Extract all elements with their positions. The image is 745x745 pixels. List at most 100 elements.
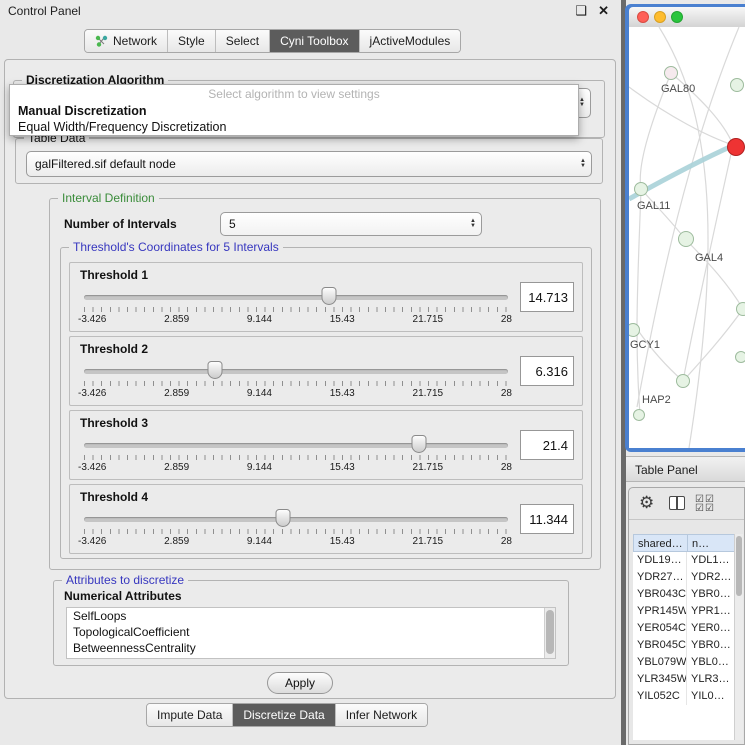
cell-name: YIL0…: [687, 688, 736, 705]
attribute-list-item[interactable]: TopologicalCoefficient: [67, 624, 555, 640]
threshold-value-field[interactable]: 14.713: [520, 282, 574, 312]
tab[interactable]: Discretize Data: [232, 704, 334, 726]
threshold-value-field[interactable]: 21.4: [520, 430, 574, 460]
network-node[interactable]: [633, 409, 645, 421]
scale-label: 28: [501, 314, 512, 325]
bottom-tab-bar: Impute Data Discretize Data Infer Networ…: [146, 703, 428, 727]
network-node-label: HAP2: [642, 394, 671, 406]
network-node[interactable]: [730, 78, 744, 92]
network-node[interactable]: [664, 66, 678, 80]
cell-name: YLR3…: [687, 671, 736, 688]
tab[interactable]: Cyni Toolbox: [269, 30, 358, 52]
network-canvas[interactable]: GAL80GAL11GAL4GCY1HAP2: [629, 27, 745, 448]
tab[interactable]: Select: [215, 30, 269, 52]
scale-label: 21.715: [413, 388, 444, 399]
attributes-list-scrollbar[interactable]: [544, 608, 555, 658]
network-node-label: GAL80: [661, 83, 695, 95]
attribute-list-item[interactable]: BetweennessCentrality: [67, 640, 555, 656]
table-toolbar: ⚙ ☑☑☑☑: [629, 488, 744, 520]
table-row[interactable]: YDL19… YDL1…: [633, 552, 736, 569]
attribute-list-item[interactable]: SelfLoops: [67, 608, 555, 624]
scale-label: 15.43: [330, 314, 355, 325]
combo-arrows-icon: ▲▼: [580, 159, 586, 169]
interval-definition-group: Interval Definition Number of Intervals …: [49, 198, 601, 570]
cell-shared-name: YER054C: [633, 620, 687, 637]
tab[interactable]: jActiveModules: [359, 30, 461, 52]
threshold-slider[interactable]: -3.4262.8599.14415.4321.71528: [84, 435, 508, 477]
scale-label: 2.859: [164, 536, 189, 547]
numerical-attributes-list[interactable]: SelfLoopsTopologicalCoefficientBetweenne…: [66, 607, 556, 659]
node-table[interactable]: shared… n… YDL19… YDL1… YDR27… YDR2… YBR…: [633, 534, 736, 740]
network-node[interactable]: [678, 231, 694, 247]
scale-label: -3.426: [78, 462, 106, 473]
number-of-intervals-select[interactable]: 5 ▲▼: [220, 212, 482, 236]
tab[interactable]: Style: [167, 30, 215, 52]
slider-thumb[interactable]: [411, 435, 426, 453]
control-panel-titlebar: Control Panel ❑ ✕: [0, 0, 621, 24]
slider-thumb[interactable]: [321, 287, 336, 305]
gear-icon[interactable]: ⚙: [639, 493, 654, 513]
slider-thumb[interactable]: [208, 361, 223, 379]
slider-track[interactable]: [84, 295, 508, 300]
table-data-select[interactable]: galFiltered.sif default node ▲▼: [26, 151, 592, 177]
tab[interactable]: Impute Data: [147, 704, 232, 726]
zoom-traffic-light[interactable]: [671, 11, 683, 23]
table-row[interactable]: YPR145W YPR1…: [633, 603, 736, 620]
table-row[interactable]: YBR043C YBR0…: [633, 586, 736, 603]
slider-ticks: [84, 307, 508, 312]
threshold-label: Threshold 4: [80, 490, 148, 504]
threshold-label: Threshold 1: [80, 268, 148, 282]
slider-thumb[interactable]: [276, 509, 291, 527]
tab[interactable]: Network: [85, 30, 167, 52]
cell-name: YER0…: [687, 620, 736, 637]
network-view-window: GAL80GAL11GAL4GCY1HAP2: [625, 4, 745, 452]
cell-shared-name: YDL19…: [633, 552, 687, 569]
scrollbar-thumb[interactable]: [736, 536, 742, 596]
threshold-slider[interactable]: -3.4262.8599.14415.4321.71528: [84, 287, 508, 329]
slider-track[interactable]: [84, 443, 508, 448]
network-node[interactable]: [634, 182, 648, 196]
scale-label: 28: [501, 536, 512, 547]
minimize-traffic-light[interactable]: [654, 11, 666, 23]
control-panel: Control Panel ❑ ✕ Network Style Select C…: [0, 0, 621, 745]
select-columns-checkboxes-icon[interactable]: ☑☑☑☑: [695, 495, 715, 513]
scale-label: 28: [501, 388, 512, 399]
table-panel-titlebar: Table Panel: [626, 456, 745, 482]
threshold-value-field[interactable]: 6.316: [520, 356, 574, 386]
column-header[interactable]: n…: [687, 534, 736, 552]
slider-track[interactable]: [84, 369, 508, 374]
scale-label: 15.43: [330, 462, 355, 473]
threshold-slider[interactable]: -3.4262.8599.14415.4321.71528: [84, 361, 508, 403]
column-header[interactable]: shared…: [633, 534, 687, 552]
panel-title: Control Panel: [8, 4, 81, 18]
close-icon[interactable]: ✕: [598, 3, 609, 19]
table-row[interactable]: YBL079W YBL0…: [633, 654, 736, 671]
slider-track[interactable]: [84, 517, 508, 522]
threshold-slider[interactable]: -3.4262.8599.14415.4321.71528: [84, 509, 508, 551]
top-tab-bar: Network Style Select Cyni Toolbox jActiv…: [84, 29, 461, 53]
dropdown-option[interactable]: Equal Width/Frequency Discretization: [10, 119, 578, 135]
table-body: YDL19… YDL1… YDR27… YDR2… YBR043C YBR0… …: [633, 552, 736, 705]
scrollbar-thumb[interactable]: [546, 610, 554, 654]
close-traffic-light[interactable]: [637, 11, 649, 23]
float-window-icon[interactable]: ❑: [575, 3, 587, 19]
columns-icon[interactable]: [669, 496, 685, 510]
network-node[interactable]: [735, 351, 745, 363]
cell-name: YBL0…: [687, 654, 736, 671]
apply-button[interactable]: Apply: [267, 672, 333, 694]
cell-name: YDR2…: [687, 569, 736, 586]
dropdown-option[interactable]: Manual Discretization: [10, 103, 578, 119]
network-node[interactable]: [676, 374, 690, 388]
scale-label: 9.144: [247, 314, 272, 325]
network-node[interactable]: [727, 138, 745, 156]
numerical-attributes-label: Numerical Attributes: [64, 589, 182, 603]
network-node[interactable]: [736, 302, 745, 316]
table-row[interactable]: YER054C YER0…: [633, 620, 736, 637]
table-scrollbar[interactable]: [734, 534, 743, 740]
threshold-value-field[interactable]: 11.344: [520, 504, 574, 534]
table-row[interactable]: YBR045C YBR0…: [633, 637, 736, 654]
table-row[interactable]: YLR345W YLR3…: [633, 671, 736, 688]
tab[interactable]: Infer Network: [335, 704, 427, 726]
table-row[interactable]: YIL052C YIL0…: [633, 688, 736, 705]
table-row[interactable]: YDR27… YDR2…: [633, 569, 736, 586]
